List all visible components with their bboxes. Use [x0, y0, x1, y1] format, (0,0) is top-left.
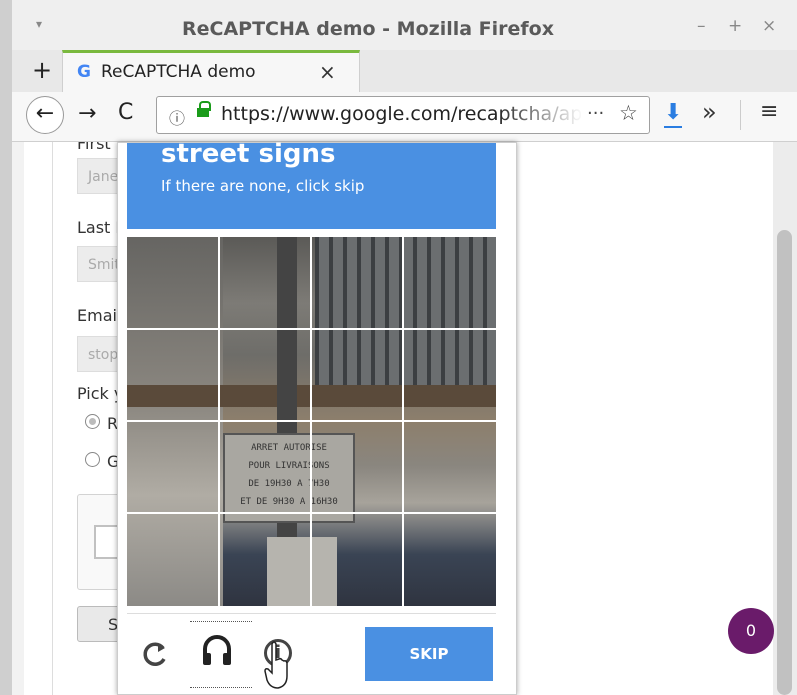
hamburger-menu-icon[interactable]: ≡	[760, 99, 778, 124]
window-title: ReCAPTCHA demo - Mozilla Firefox	[182, 18, 554, 40]
skip-button[interactable]: SKIP	[365, 627, 493, 681]
grid-line	[127, 328, 496, 330]
radio-red[interactable]	[85, 414, 100, 429]
close-window-button[interactable]: ×	[762, 16, 776, 36]
tab-title: ReCAPTCHA demo	[101, 62, 256, 82]
navigation-bar: ← → C ⓘ https://www.google.com/recaptcha…	[12, 92, 797, 142]
sign-line: DE 19H30 A 7H30	[248, 479, 330, 489]
hand-cursor-icon	[264, 641, 288, 689]
sign-line: ET DE 9H30 A 16H30	[240, 497, 338, 507]
page-info-icon[interactable]: ⓘ	[169, 105, 185, 129]
page-actions-icon[interactable]: ···	[587, 103, 604, 124]
notification-badge[interactable]: 0	[728, 608, 774, 654]
url-bar[interactable]: ⓘ https://www.google.com/recaptcha/api2/…	[156, 96, 650, 134]
headphones-icon[interactable]	[200, 633, 234, 667]
sign-line: ARRET AUTORISE	[251, 443, 327, 453]
google-favicon-icon: G	[77, 62, 91, 82]
radio-green[interactable]	[85, 452, 100, 467]
grid-line	[127, 512, 496, 514]
bookmark-star-icon[interactable]: ☆	[619, 101, 638, 125]
minimize-button[interactable]: –	[697, 16, 706, 36]
tab-strip: + G ReCAPTCHA demo ×	[12, 50, 797, 92]
back-button[interactable]: ←	[26, 96, 64, 134]
challenge-instructions: If there are none, click skip	[161, 177, 365, 195]
street-sign: ARRET AUTORISE POUR LIVRAISONS DE 19H30 …	[223, 433, 355, 523]
image-window-grille	[315, 237, 496, 387]
overflow-menu-icon[interactable]: »	[702, 98, 717, 126]
reload-button[interactable]: C	[118, 100, 133, 125]
close-tab-icon[interactable]: ×	[319, 60, 336, 84]
challenge-footer-divider	[127, 613, 496, 614]
sign-line: POUR LIVRAISONS	[248, 461, 330, 471]
tab-recaptcha-demo[interactable]: G ReCAPTCHA demo ×	[62, 50, 360, 92]
forward-button[interactable]: →	[78, 101, 96, 126]
download-icon[interactable]: ⬇	[664, 100, 682, 125]
toolbar-separator	[740, 100, 741, 130]
reload-challenge-icon[interactable]	[140, 639, 170, 669]
new-tab-button[interactable]: +	[32, 56, 52, 84]
scrollbar-thumb[interactable]	[777, 230, 792, 695]
focus-outline-top	[190, 621, 252, 622]
scrollbar[interactable]	[773, 142, 797, 695]
email-label: Email	[77, 306, 122, 325]
challenge-header: street signs If there are none, click sk…	[127, 139, 496, 229]
challenge-image-grid[interactable]: ARRET AUTORISE POUR LIVRAISONS DE 19H30 …	[127, 237, 496, 606]
challenge-title: street signs	[161, 139, 336, 169]
maximize-button[interactable]: +	[728, 16, 742, 36]
second-street-sign	[267, 537, 337, 606]
focus-outline-bottom	[190, 687, 252, 688]
recaptcha-challenge-popup: street signs If there are none, click sk…	[117, 139, 517, 695]
url-fade	[497, 99, 583, 131]
grid-line	[127, 420, 496, 422]
download-progress-line	[664, 126, 682, 128]
lock-icon	[197, 101, 211, 117]
